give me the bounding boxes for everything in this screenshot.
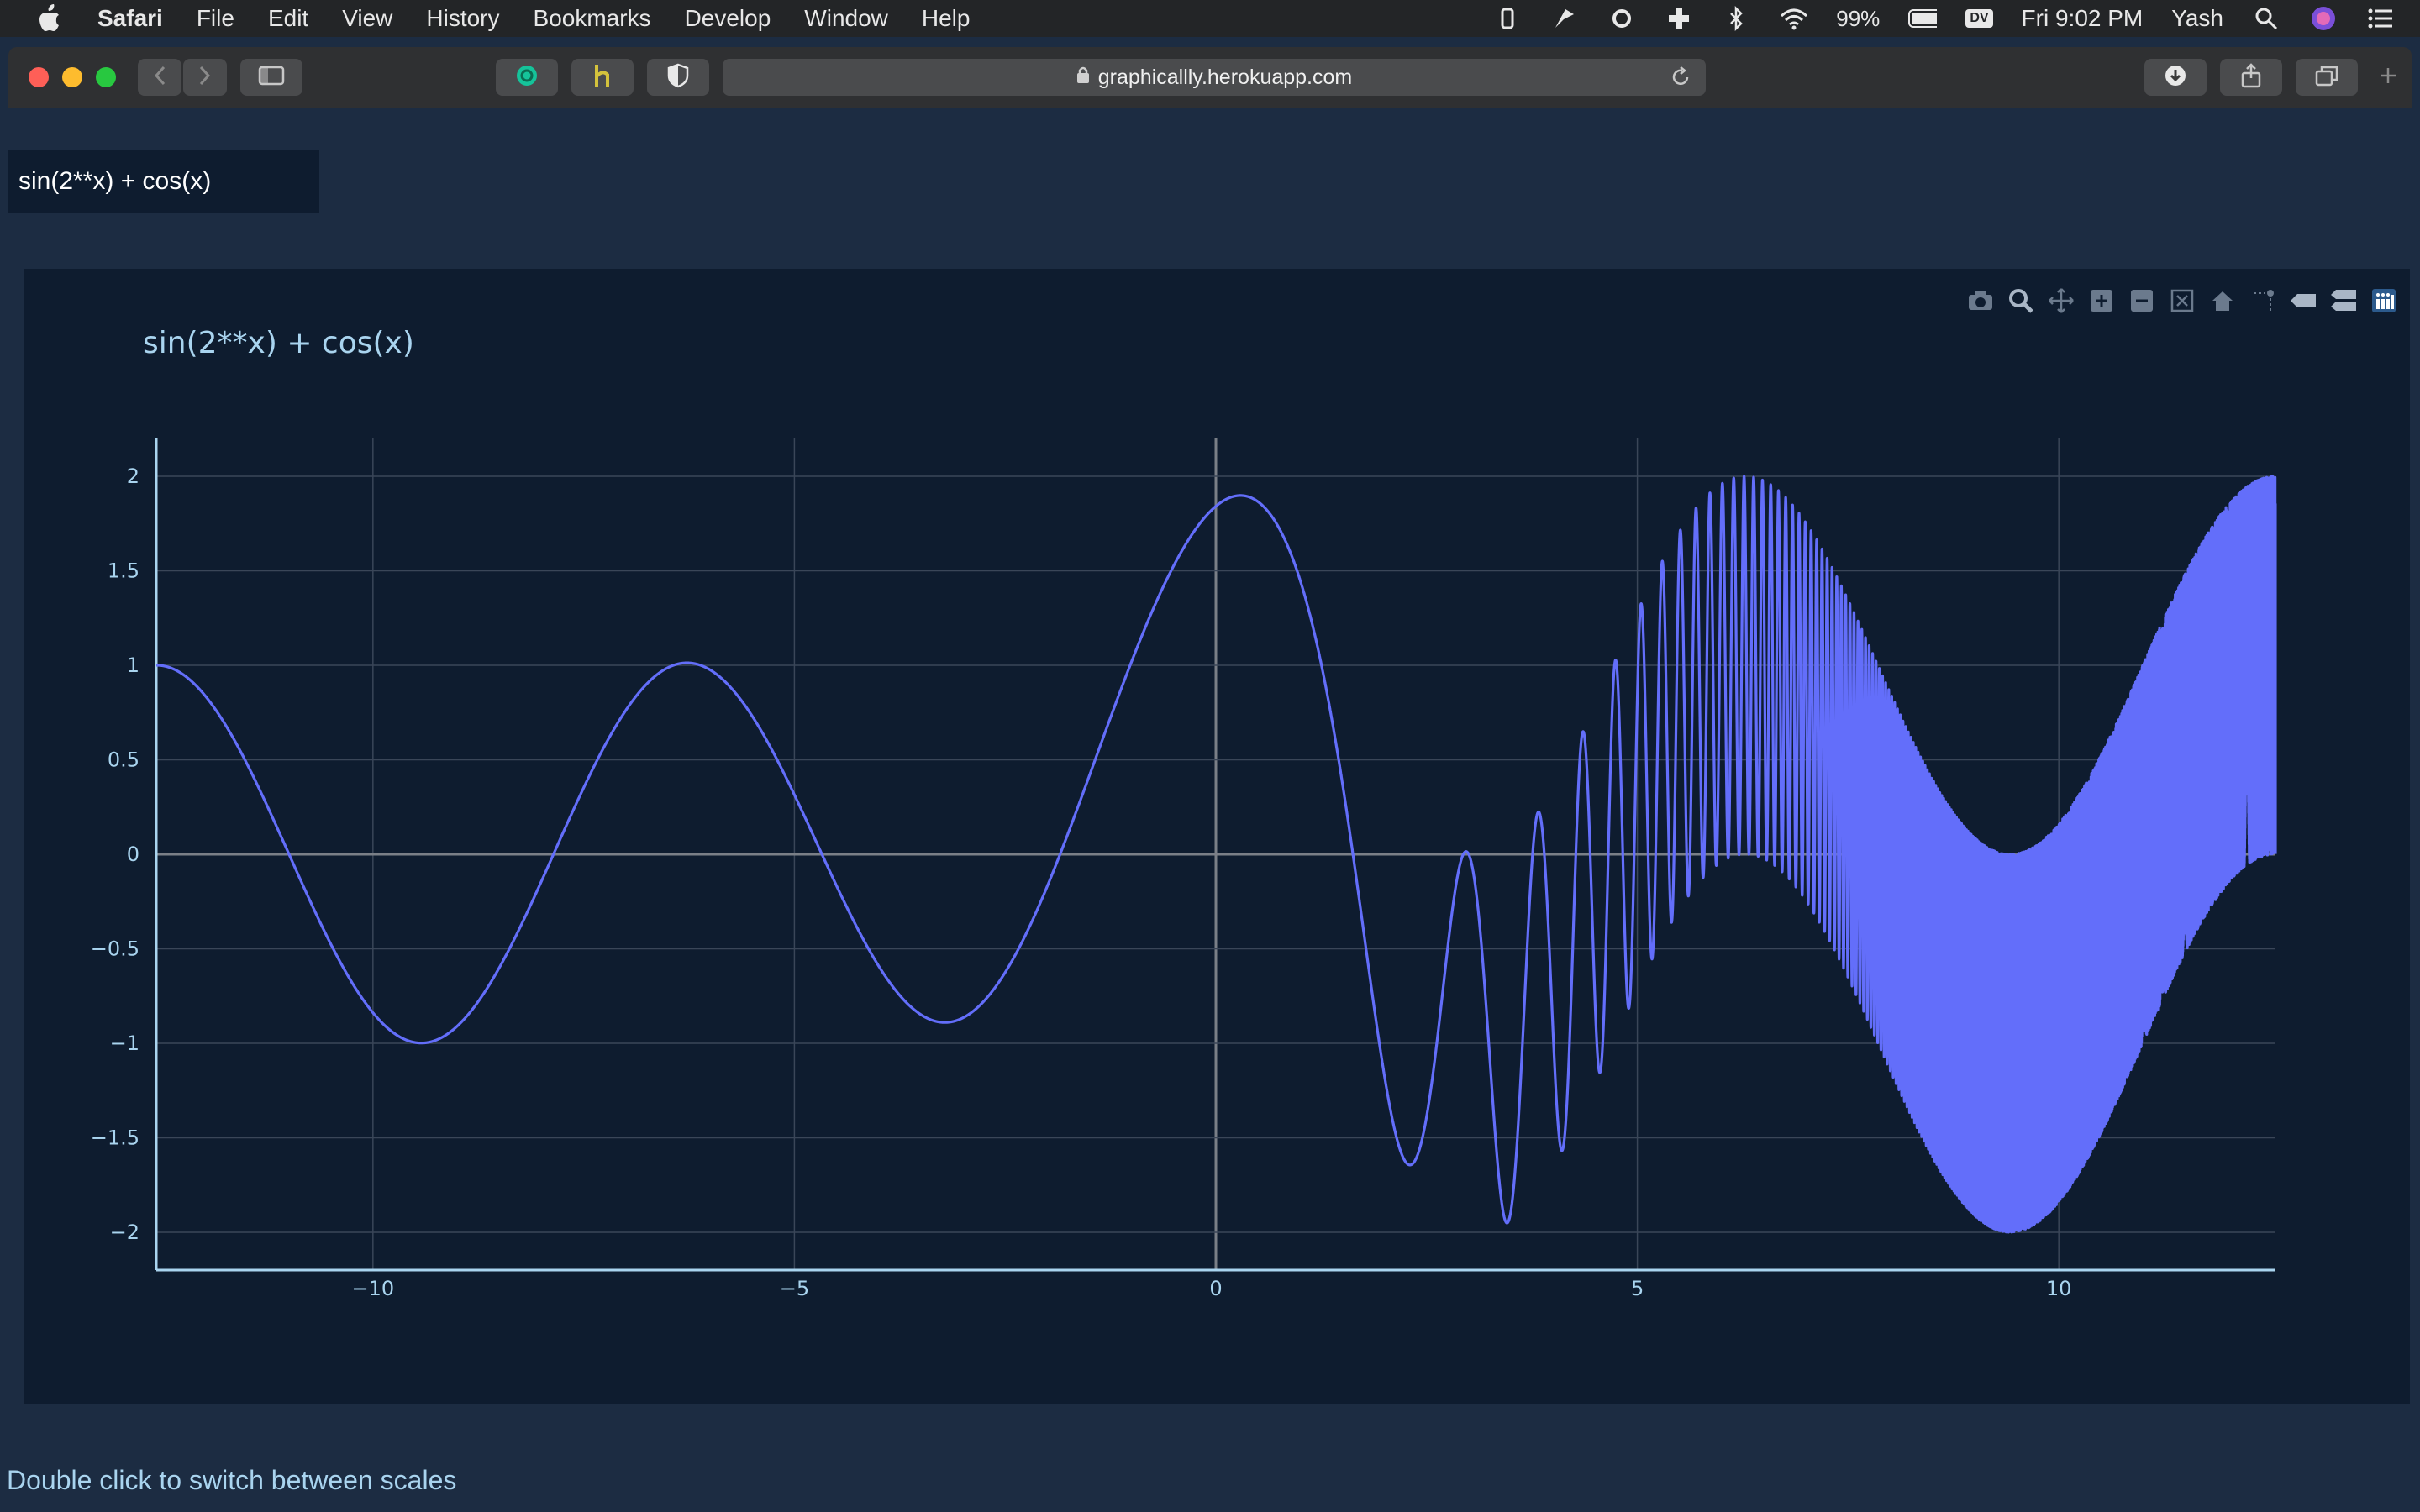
menu-view[interactable]: View [342, 5, 392, 32]
menu-edit[interactable]: Edit [268, 5, 308, 32]
battery-icon[interactable] [1908, 6, 1938, 31]
plot-container[interactable]: sin(2**x) + cos(x) −10 −5 0 5 10 2 1.5 1 0.5 0 −0.5… [24, 269, 2410, 1404]
wifi-icon[interactable] [1779, 6, 1808, 31]
battery-percent: 99% [1836, 5, 1881, 31]
chart-title: sin(2**x) + cos(x) [143, 326, 414, 360]
x-tick-label: −5 [780, 1277, 809, 1300]
line-chart[interactable]: sin(2**x) + cos(x) −10 −5 0 5 10 2 1.5 1 0.5 0 −0.5… [24, 269, 2410, 1404]
browser-toolbar: graphicallly.herokuapp.com [8, 47, 2412, 108]
menu-file[interactable]: File [197, 5, 234, 32]
y-tick-label: −2 [110, 1221, 139, 1244]
h-letter-icon [591, 63, 614, 92]
menu-bar: Safari File Edit View History Bookmarks … [0, 0, 2420, 37]
window-zoom-button[interactable] [96, 67, 116, 87]
tabs-icon [2315, 65, 2338, 91]
share-icon [2240, 62, 2262, 92]
window-minimize-button[interactable] [62, 67, 82, 87]
menu-bookmarks[interactable]: Bookmarks [534, 5, 651, 32]
y-tick-label: −1 [110, 1032, 139, 1055]
reload-icon[interactable] [1669, 66, 1692, 95]
grammarly-icon [515, 64, 539, 92]
plotly-logo-icon[interactable] [2370, 286, 2398, 315]
sidebar-button[interactable] [240, 59, 302, 96]
autoscale-icon[interactable] [2168, 286, 2196, 315]
download-icon [2164, 64, 2187, 92]
chevron-left-icon [153, 65, 166, 91]
clock[interactable]: Fri 9:02 PM [2022, 5, 2144, 32]
menu-develop[interactable]: Develop [685, 5, 771, 32]
zoom-out-icon[interactable] [2128, 286, 2156, 315]
window-close-button[interactable] [29, 67, 49, 87]
y-tick-label: 1.5 [108, 559, 139, 583]
user-name[interactable]: Yash [2171, 5, 2223, 32]
sidebar-icon [258, 66, 285, 90]
x-tick-label: 5 [1631, 1277, 1644, 1300]
menu-safari[interactable]: Safari [97, 5, 163, 32]
home-icon[interactable] [2208, 286, 2237, 315]
dv-badge[interactable]: DV [1965, 9, 1993, 28]
siri-icon[interactable] [2309, 6, 2338, 31]
y-tick-label: −0.5 [91, 937, 139, 961]
formula-input[interactable]: sin(2**x) + cos(x) [8, 150, 319, 213]
y-tick-label: 2 [127, 465, 139, 488]
zoom-in-icon[interactable] [2087, 286, 2116, 315]
tools-icon[interactable] [1607, 6, 1636, 31]
scale-toggle-hint: Double click to switch between scales [7, 1465, 457, 1495]
bluetooth-icon[interactable] [1722, 6, 1750, 31]
apple-icon[interactable] [30, 0, 67, 37]
share-button[interactable] [2220, 59, 2282, 96]
plus-cross-icon[interactable] [1665, 6, 1693, 31]
notification-center-icon[interactable] [2366, 6, 2395, 31]
url-text: graphicallly.herokuapp.com [1097, 65, 1353, 89]
privacy-extension-button[interactable] [647, 59, 709, 96]
menu-history[interactable]: History [426, 5, 499, 32]
x-tick-label: 10 [2046, 1277, 2072, 1300]
address-bar[interactable]: graphicallly.herokuapp.com [723, 59, 1706, 96]
shield-icon [667, 63, 689, 92]
extension-icon[interactable] [1493, 6, 1522, 31]
y-tick-label: −1.5 [91, 1126, 139, 1150]
plot-modebar [1966, 286, 2398, 316]
pan-icon[interactable] [2047, 286, 2075, 315]
chevron-right-icon [198, 65, 212, 91]
heroku-extension-button[interactable] [571, 59, 634, 96]
hover-closest-icon[interactable] [2289, 286, 2317, 315]
spike-lines-icon[interactable] [2249, 286, 2277, 315]
menu-extras: 99% DV Fri 9:02 PM Yash [1493, 0, 2395, 37]
menu-window[interactable]: Window [804, 5, 888, 32]
tabs-overview-button[interactable] [2296, 59, 2358, 96]
y-tick-label: 0 [127, 843, 139, 866]
search-icon[interactable] [2252, 6, 2281, 31]
zoom-icon[interactable] [2007, 286, 2035, 315]
bird-icon[interactable] [1550, 6, 1579, 31]
y-tick-label: 1 [127, 654, 139, 677]
new-tab-button[interactable] [2371, 59, 2405, 96]
x-tick-label: −10 [351, 1277, 394, 1300]
formula-input-value: sin(2**x) + cos(x) [18, 167, 212, 195]
back-button[interactable] [138, 59, 182, 96]
menu-help[interactable]: Help [922, 5, 971, 32]
plus-icon [2379, 66, 2397, 89]
camera-icon[interactable] [1966, 286, 1995, 315]
grammarly-extension-button[interactable] [496, 59, 558, 96]
hover-compare-icon[interactable] [2329, 286, 2358, 315]
y-tick-label: 0.5 [108, 748, 139, 772]
lock-icon [1076, 66, 1090, 90]
forward-button[interactable] [183, 59, 227, 96]
downloads-button[interactable] [2144, 59, 2207, 96]
x-tick-label: 0 [1209, 1277, 1222, 1300]
